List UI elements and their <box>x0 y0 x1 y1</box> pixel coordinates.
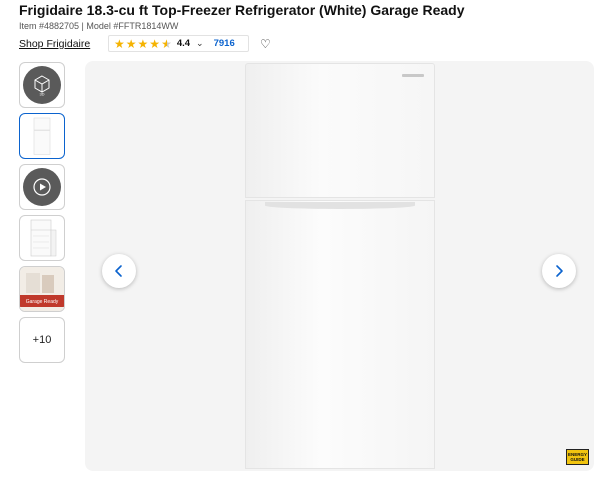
more-images-count: +10 <box>32 334 52 346</box>
garage-ready-thumbnail: Garage Ready <box>20 267 64 311</box>
next-image-button[interactable] <box>542 254 576 288</box>
brand-logo-badge <box>402 74 424 77</box>
main-product-image[interactable] <box>85 61 594 471</box>
star-icon: ★ <box>149 36 161 51</box>
chevron-left-icon <box>115 265 122 277</box>
refrigerator-image <box>245 63 435 469</box>
star-icon: ★ <box>137 36 149 51</box>
energy-guide-badge[interactable]: ENERGY GUIDE <box>566 449 589 465</box>
thumbnail-more-images[interactable]: +10 <box>19 317 65 363</box>
shop-brand-link[interactable]: Shop Frigidaire <box>19 38 90 50</box>
chevron-down-icon[interactable]: ⌄ <box>196 38 204 49</box>
favorite-heart-icon[interactable]: ♡ <box>260 37 271 51</box>
half-star-icon: ★ <box>161 36 172 51</box>
previous-image-button[interactable] <box>102 254 136 288</box>
thumbnail-video[interactable] <box>19 164 65 210</box>
thumbnail-garage-ready[interactable]: Garage Ready <box>19 266 65 312</box>
3d-cube-icon: 3D <box>23 66 61 104</box>
star-rating: ★ ★ ★ ★ ★ <box>114 38 172 50</box>
rating-summary[interactable]: ★ ★ ★ ★ ★ 4.4 ⌄ 7916 <box>108 35 249 52</box>
chevron-right-icon <box>556 265 563 277</box>
star-icon: ★ <box>125 36 137 51</box>
fridge-interior-thumbnail <box>30 219 57 257</box>
freezer-door <box>245 63 435 198</box>
play-video-icon <box>23 168 61 206</box>
door-handle <box>265 202 415 209</box>
thumbnail-front-image[interactable] <box>19 113 65 159</box>
rating-value: 4.4 <box>176 38 191 49</box>
review-count-link[interactable]: 7916 <box>214 38 235 49</box>
thumbnail-3d-label: 3D <box>39 92 44 97</box>
thumbnail-3d-view[interactable]: 3D <box>19 62 65 108</box>
product-title: Frigidaire 18.3-cu ft Top-Freezer Refrig… <box>19 2 465 18</box>
garage-ready-label: Garage Ready <box>26 299 59 305</box>
thumbnail-list: 3D Garage Ready +10 <box>19 62 65 368</box>
fresh-food-door <box>245 200 435 469</box>
product-meta: Item #4882705 | Model #FFTR1814WW <box>19 21 179 31</box>
fridge-thumbnail-image <box>33 117 51 155</box>
star-icon: ★ <box>114 36 125 51</box>
thumbnail-interior-image[interactable] <box>19 215 65 261</box>
